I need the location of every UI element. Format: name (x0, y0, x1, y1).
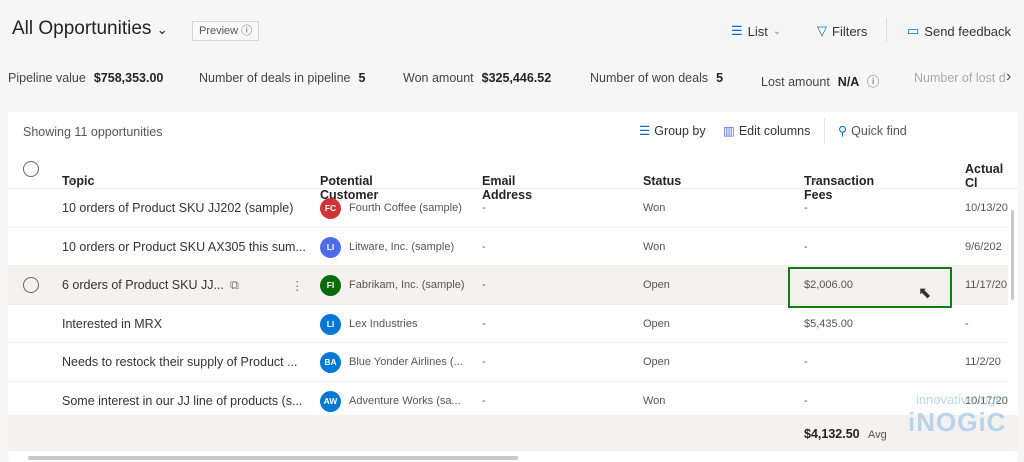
quick-find-input[interactable]: ⚲ Quick find (838, 123, 907, 139)
record-count: Showing 11 opportunities (23, 125, 163, 139)
more-options-icon[interactable]: ⋮ (291, 278, 304, 293)
vertical-scrollbar[interactable] (1008, 192, 1018, 412)
topic-link[interactable]: Needs to restock their supply of Product… (62, 355, 298, 369)
actual-close-cell: - (965, 317, 969, 330)
kpi-won-amount: Won amount $325,446.52 (403, 71, 552, 85)
actual-close-cell: 11/17/20 (965, 279, 1008, 292)
kpi-won-deals: Number of won deals 5 (590, 71, 724, 85)
list-icon: ☰ (731, 23, 743, 38)
preview-badge[interactable]: Preview ⓘ (192, 21, 260, 41)
list-view-button[interactable]: ☰ List ⌄ (731, 23, 781, 39)
actual-close-cell: 10/13/20 (965, 202, 1008, 214)
chevron-right-icon[interactable]: › (1006, 68, 1011, 86)
email-cell: - (482, 317, 486, 330)
group-by-button[interactable]: ☰ Group by (639, 123, 706, 139)
customer-link[interactable]: Adventure Works (sa... (349, 395, 461, 407)
customer-link[interactable]: Fabrikam, Inc. (sample) (349, 279, 465, 291)
list-label: List (747, 23, 768, 39)
customer-link[interactable]: Blue Yonder Airlines (... (349, 356, 463, 368)
kpi-lost-amount: Lost amount N/A ⓘ (761, 75, 880, 89)
group-icon: ☰ (639, 124, 651, 138)
send-feedback-button[interactable]: ▭ Send feedback (907, 23, 1011, 39)
actual-close-cell: 11/2/20 (965, 356, 1001, 369)
column-actual-close[interactable]: Actual Cl (965, 162, 1018, 190)
topic-link[interactable]: Some interest in our JJ line of products… (62, 394, 302, 408)
email-cell: - (482, 202, 486, 214)
status-cell: Open (643, 279, 670, 292)
avatar: FI (320, 275, 341, 297)
transaction-fees-cell[interactable]: - (804, 356, 808, 368)
transaction-fees-cell[interactable]: $5,435.00 (804, 318, 853, 330)
email-cell: - (482, 279, 486, 292)
kpi-pipeline-value: Pipeline value $758,353.00 (8, 71, 164, 85)
edit-columns-button[interactable]: ▥ Edit columns (723, 123, 810, 139)
horizontal-scrollbar[interactable] (28, 456, 518, 460)
view-selector[interactable]: All Opportunities ⌄ (12, 18, 168, 40)
actual-close-cell: 9/6/202 (965, 240, 1002, 253)
status-cell: Won (643, 202, 666, 214)
open-record-icon[interactable]: ⧉ (230, 278, 239, 293)
select-all-checkbox[interactable] (23, 161, 39, 177)
customer-link[interactable]: Lex Industries (349, 318, 417, 330)
table-row[interactable]: Interested in MRX LI Lex Industries - Open $5… (8, 305, 1008, 344)
sort-ascending-icon: ↑ (68, 174, 74, 188)
transaction-fees-cell[interactable]: - (804, 241, 808, 253)
filters-label: Filters (832, 23, 868, 39)
mouse-cursor-icon: ⬉ (918, 285, 932, 303)
chevron-down-icon: ⌄ (326, 174, 335, 185)
transaction-fees-cell[interactable]: - (804, 395, 808, 407)
filters-button[interactable]: ▽ Filters (817, 23, 867, 39)
chevron-down-icon: ⌄ (488, 174, 497, 185)
chevron-down-icon: ⌄ (810, 174, 819, 185)
kpi-deals-in-pipeline: Number of deals in pipeline 5 (199, 71, 366, 85)
row-select-checkbox[interactable] (23, 277, 39, 294)
columns-icon: ▥ (723, 124, 735, 138)
avatar: BA (320, 352, 341, 374)
topic-link[interactable]: 6 orders of Product SKU JJ... (62, 278, 224, 292)
info-icon: ⓘ (866, 75, 880, 89)
search-icon: ⚲ (838, 124, 848, 138)
chevron-down-icon: ⌄ (649, 174, 658, 185)
table-row[interactable]: 10 orders of Product SKU JJ202 (sample) F… (8, 189, 1008, 228)
avatar: FC (320, 198, 341, 219)
grid-header: Topic ⌄ ↑ Potential Customer ⌄ Email Addres… (8, 150, 1018, 202)
filter-icon: ▽ (817, 23, 827, 38)
feedback-icon: ▭ (907, 23, 920, 38)
customer-link[interactable]: Litware, Inc. (sample) (349, 241, 454, 253)
topic-link[interactable]: Interested in MRX (62, 317, 162, 331)
divider (886, 18, 887, 42)
status-cell: Won (643, 395, 666, 407)
feedback-label: Send feedback (924, 23, 1012, 39)
watermark-logo: innovative logic iNOGiC (908, 392, 1007, 437)
page-title: All Opportunities (12, 18, 152, 39)
avatar: LI (320, 313, 341, 335)
divider (824, 118, 825, 144)
transaction-fees-cell[interactable]: - (804, 202, 808, 214)
table-row[interactable]: ⧉ ⋮ 6 orders of Product SKU JJ... FI Fabrika… (8, 266, 1008, 309)
status-cell: Open (643, 317, 670, 330)
email-cell: - (482, 395, 486, 407)
email-cell: - (482, 240, 486, 253)
status-cell: Won (643, 240, 666, 253)
email-cell: - (482, 356, 486, 369)
chevron-down-icon: ⌄ (156, 22, 168, 37)
kpi-lost-deals: Number of lost d (914, 71, 1006, 85)
customer-link[interactable]: Fourth Coffee (sample) (349, 202, 462, 214)
table-row[interactable]: 10 orders or Product SKU AX305 this sum.… (8, 228, 1008, 267)
avatar: LI (320, 236, 341, 258)
table-row[interactable]: Needs to restock their supply of Product… (8, 343, 1008, 382)
info-icon: ⓘ (241, 25, 253, 37)
topic-link[interactable]: 10 orders of Product SKU JJ202 (sample) (62, 201, 293, 215)
preview-label: Preview (199, 25, 239, 37)
chevron-down-icon: ⌄ (772, 25, 782, 37)
topic-link[interactable]: 10 orders or Product SKU AX305 this sum.… (62, 240, 306, 254)
avatar: AW (320, 391, 341, 412)
status-cell: Open (643, 356, 670, 369)
